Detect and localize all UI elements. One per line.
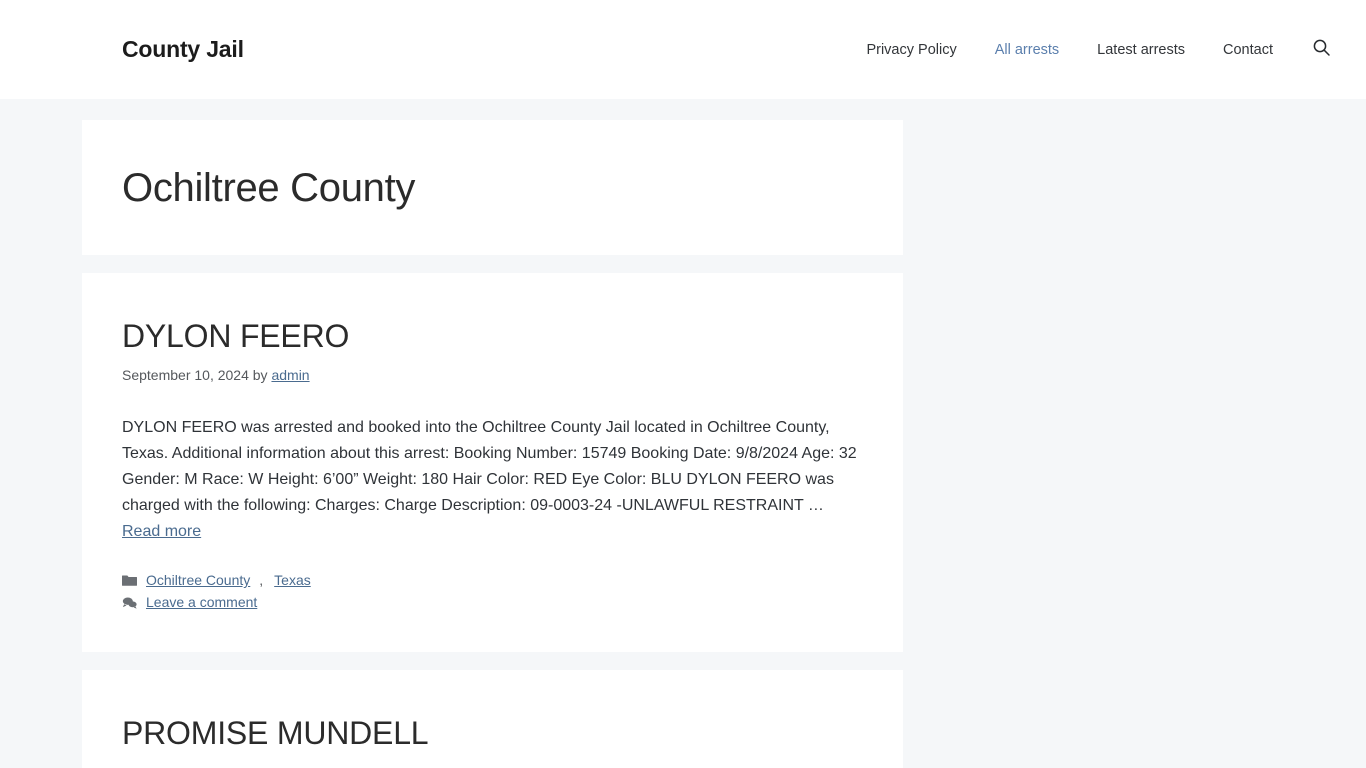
nav-item-all-arrests[interactable]: All arrests xyxy=(976,42,1078,58)
search-icon xyxy=(1312,38,1331,62)
comment-icon xyxy=(122,595,137,610)
category-link-ochiltree-county[interactable]: Ochiltree County xyxy=(146,572,250,588)
post-comments: Leave a comment xyxy=(122,594,863,610)
page-title: Ochiltree County xyxy=(122,166,416,210)
category-link-texas[interactable]: Texas xyxy=(274,572,311,588)
post-title[interactable]: PROMISE MUNDELL xyxy=(122,714,863,752)
search-toggle-button[interactable] xyxy=(1302,31,1340,69)
post-excerpt-text: DYLON FEERO was arrested and booked into… xyxy=(122,419,857,515)
category-separator: , xyxy=(259,572,264,589)
post-entry-footer: Ochiltree County, Texas Leave a comment xyxy=(122,572,863,610)
leave-a-comment-link[interactable]: Leave a comment xyxy=(146,594,257,610)
site-title[interactable]: County Jail xyxy=(122,36,244,63)
post-card: PROMISE MUNDELL xyxy=(82,670,903,768)
post-title[interactable]: DYLON FEERO xyxy=(122,317,863,355)
post-date: September 10, 2024 xyxy=(122,367,249,384)
nav-item-contact[interactable]: Contact xyxy=(1204,42,1292,58)
post-author-link[interactable]: admin xyxy=(271,367,309,383)
read-more-link[interactable]: Read more xyxy=(122,523,201,540)
primary-navigation: Privacy Policy All arrests Latest arrest… xyxy=(847,31,1366,69)
archive-header-card: Ochiltree County xyxy=(82,120,903,255)
site-header: County Jail Privacy Policy All arrests L… xyxy=(0,0,1366,99)
nav-item-privacy-policy[interactable]: Privacy Policy xyxy=(847,42,975,58)
folder-icon xyxy=(122,573,137,588)
main-content: Ochiltree County DYLON FEERO September 1… xyxy=(82,99,903,768)
post-by-label: by xyxy=(252,367,268,384)
post-meta: September 10, 2024 by admin xyxy=(122,367,863,383)
post-categories: Ochiltree County, Texas xyxy=(122,572,863,588)
post-excerpt: DYLON FEERO was arrested and booked into… xyxy=(122,415,862,545)
nav-item-latest-arrests[interactable]: Latest arrests xyxy=(1078,42,1204,58)
post-card: DYLON FEERO September 10, 2024 by admin … xyxy=(82,273,903,653)
